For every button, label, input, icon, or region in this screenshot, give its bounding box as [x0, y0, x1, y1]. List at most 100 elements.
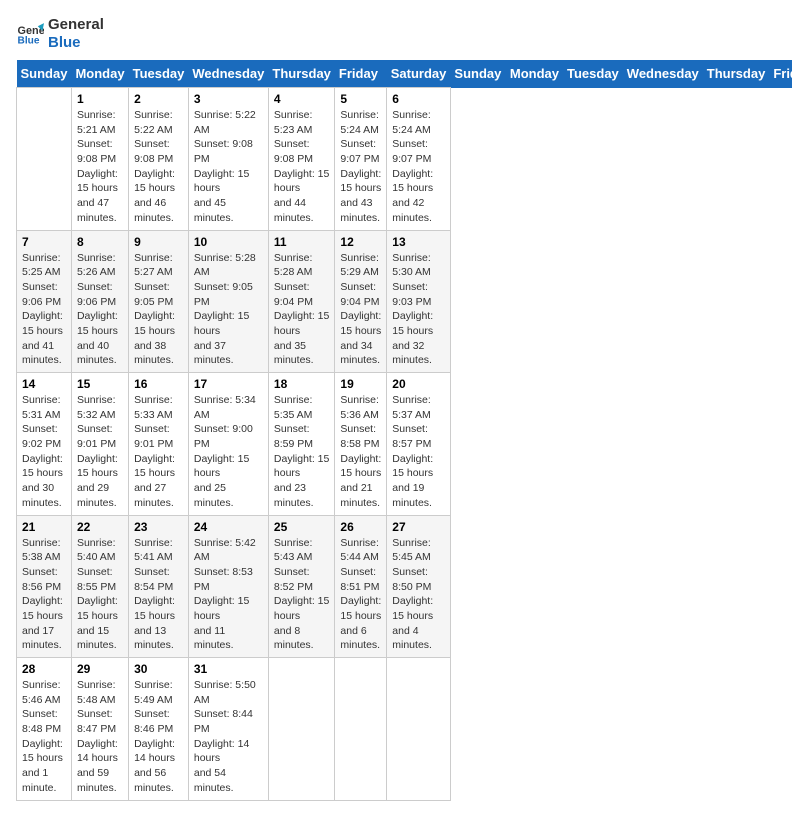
day-info: Sunrise: 5:27 AM Sunset: 9:05 PM Dayligh… — [134, 251, 183, 369]
day-info: Sunrise: 5:49 AM Sunset: 8:46 PM Dayligh… — [134, 678, 183, 796]
calendar-cell: 24 Sunrise: 5:42 AM Sunset: 8:53 PM Dayli… — [188, 515, 268, 658]
day-info: Sunrise: 5:22 AM Sunset: 9:08 PM Dayligh… — [134, 108, 183, 226]
calendar-cell: 2Sunrise: 5:22 AM Sunset: 9:08 PM Daylig… — [129, 88, 189, 231]
calendar-cell: 8 Sunrise: 5:26 AM Sunset: 9:06 PM Daylig… — [71, 230, 128, 373]
day-number: 24 — [194, 520, 263, 534]
calendar-cell: 5Sunrise: 5:24 AM Sunset: 9:07 PM Daylig… — [335, 88, 387, 231]
calendar-cell: 22 Sunrise: 5:40 AM Sunset: 8:55 PM Dayli… — [71, 515, 128, 658]
day-number: 16 — [134, 377, 183, 391]
header-wednesday: Wednesday — [188, 60, 268, 88]
day-number: 23 — [134, 520, 183, 534]
calendar-cell: 14Sunrise: 5:31 AM Sunset: 9:02 PM Dayli… — [17, 373, 72, 516]
calendar-cell: 7 Sunrise: 5:25 AM Sunset: 9:06 PM Daylig… — [17, 230, 72, 373]
day-info: Sunrise: 5:42 AM Sunset: 8:53 PM Dayligh… — [194, 536, 263, 654]
day-info: Sunrise: 5:26 AM Sunset: 9:06 PM Dayligh… — [77, 251, 123, 369]
day-number: 1 — [77, 92, 123, 106]
day-number: 3 — [194, 92, 263, 106]
day-info: Sunrise: 5:21 AM Sunset: 9:08 PM Dayligh… — [77, 108, 123, 226]
day-info: Sunrise: 5:43 AM Sunset: 8:52 PM Dayligh… — [274, 536, 330, 654]
calendar-cell: 31 Sunrise: 5:50 AM Sunset: 8:44 PM Dayli… — [188, 658, 268, 801]
header-day-thursday: Thursday — [703, 60, 770, 88]
day-number: 5 — [340, 92, 381, 106]
calendar-cell: 11Sunrise: 5:28 AM Sunset: 9:04 PM Dayli… — [268, 230, 335, 373]
day-info: Sunrise: 5:45 AM Sunset: 8:50 PM Dayligh… — [392, 536, 445, 654]
week-row-4: 21 Sunrise: 5:38 AM Sunset: 8:56 PM Dayli… — [17, 515, 792, 658]
day-info: Sunrise: 5:37 AM Sunset: 8:57 PM Dayligh… — [392, 393, 445, 511]
day-number: 6 — [392, 92, 445, 106]
header-tuesday: Tuesday — [129, 60, 189, 88]
day-info: Sunrise: 5:44 AM Sunset: 8:51 PM Dayligh… — [340, 536, 381, 654]
day-info: Sunrise: 5:28 AM Sunset: 9:04 PM Dayligh… — [274, 251, 330, 369]
calendar-table: SundayMondayTuesdayWednesdayThursdayFrid… — [16, 60, 792, 801]
day-info: Sunrise: 5:40 AM Sunset: 8:55 PM Dayligh… — [77, 536, 123, 654]
calendar-cell: 23 Sunrise: 5:41 AM Sunset: 8:54 PM Dayli… — [129, 515, 189, 658]
calendar-cell: 30Sunrise: 5:49 AM Sunset: 8:46 PM Dayli… — [129, 658, 189, 801]
week-row-5: 28 Sunrise: 5:46 AM Sunset: 8:48 PM Dayli… — [17, 658, 792, 801]
day-info: Sunrise: 5:32 AM Sunset: 9:01 PM Dayligh… — [77, 393, 123, 511]
calendar-cell: 4 Sunrise: 5:23 AM Sunset: 9:08 PM Daylig… — [268, 88, 335, 231]
day-info: Sunrise: 5:38 AM Sunset: 8:56 PM Dayligh… — [22, 536, 66, 654]
day-number: 21 — [22, 520, 66, 534]
calendar-cell: 6Sunrise: 5:24 AM Sunset: 9:07 PM Daylig… — [387, 88, 451, 231]
day-number: 31 — [194, 662, 263, 676]
svg-text:Blue: Blue — [18, 35, 40, 46]
day-info: Sunrise: 5:31 AM Sunset: 9:02 PM Dayligh… — [22, 393, 66, 511]
logo-text-general: General — [48, 16, 104, 34]
logo: General Blue General Blue — [16, 16, 104, 52]
day-number: 20 — [392, 377, 445, 391]
day-number: 29 — [77, 662, 123, 676]
calendar-cell: 16Sunrise: 5:33 AM Sunset: 9:01 PM Dayli… — [129, 373, 189, 516]
calendar-cell: 12 Sunrise: 5:29 AM Sunset: 9:04 PM Dayli… — [335, 230, 387, 373]
day-info: Sunrise: 5:29 AM Sunset: 9:04 PM Dayligh… — [340, 251, 381, 369]
header-day-monday: Monday — [506, 60, 563, 88]
day-info: Sunrise: 5:50 AM Sunset: 8:44 PM Dayligh… — [194, 678, 263, 796]
day-info: Sunrise: 5:25 AM Sunset: 9:06 PM Dayligh… — [22, 251, 66, 369]
header-sunday: Sunday — [17, 60, 72, 88]
day-number: 9 — [134, 235, 183, 249]
day-number: 10 — [194, 235, 263, 249]
calendar-cell: 10 Sunrise: 5:28 AM Sunset: 9:05 PM Dayli… — [188, 230, 268, 373]
header-day-wednesday: Wednesday — [623, 60, 703, 88]
day-number: 13 — [392, 235, 445, 249]
calendar-cell: 15 Sunrise: 5:32 AM Sunset: 9:01 PM Dayli… — [71, 373, 128, 516]
calendar-cell — [268, 658, 335, 801]
calendar-cell: 1 Sunrise: 5:21 AM Sunset: 9:08 PM Daylig… — [71, 88, 128, 231]
header-day-friday: Friday — [769, 60, 792, 88]
day-number: 8 — [77, 235, 123, 249]
calendar-cell: 28 Sunrise: 5:46 AM Sunset: 8:48 PM Dayli… — [17, 658, 72, 801]
calendar-cell: 26 Sunrise: 5:44 AM Sunset: 8:51 PM Dayli… — [335, 515, 387, 658]
calendar-cell: 19Sunrise: 5:36 AM Sunset: 8:58 PM Dayli… — [335, 373, 387, 516]
day-info: Sunrise: 5:28 AM Sunset: 9:05 PM Dayligh… — [194, 251, 263, 369]
day-number: 7 — [22, 235, 66, 249]
calendar-cell: 3 Sunrise: 5:22 AM Sunset: 9:08 PM Daylig… — [188, 88, 268, 231]
day-info: Sunrise: 5:36 AM Sunset: 8:58 PM Dayligh… — [340, 393, 381, 511]
calendar-cell: 9 Sunrise: 5:27 AM Sunset: 9:05 PM Daylig… — [129, 230, 189, 373]
day-number: 27 — [392, 520, 445, 534]
day-info: Sunrise: 5:30 AM Sunset: 9:03 PM Dayligh… — [392, 251, 445, 369]
day-number: 26 — [340, 520, 381, 534]
day-number: 22 — [77, 520, 123, 534]
calendar-cell: 29 Sunrise: 5:48 AM Sunset: 8:47 PM Dayli… — [71, 658, 128, 801]
day-info: Sunrise: 5:22 AM Sunset: 9:08 PM Dayligh… — [194, 108, 263, 226]
calendar-cell: 25Sunrise: 5:43 AM Sunset: 8:52 PM Dayli… — [268, 515, 335, 658]
calendar-cell: 13 Sunrise: 5:30 AM Sunset: 9:03 PM Dayli… — [387, 230, 451, 373]
day-number: 28 — [22, 662, 66, 676]
logo-text-blue: Blue — [48, 34, 104, 52]
logo-icon: General Blue — [16, 20, 44, 48]
day-number: 12 — [340, 235, 381, 249]
week-row-3: 14Sunrise: 5:31 AM Sunset: 9:02 PM Dayli… — [17, 373, 792, 516]
day-info: Sunrise: 5:35 AM Sunset: 8:59 PM Dayligh… — [274, 393, 330, 511]
calendar-cell: 20 Sunrise: 5:37 AM Sunset: 8:57 PM Dayli… — [387, 373, 451, 516]
day-info: Sunrise: 5:41 AM Sunset: 8:54 PM Dayligh… — [134, 536, 183, 654]
day-info: Sunrise: 5:48 AM Sunset: 8:47 PM Dayligh… — [77, 678, 123, 796]
header-day-tuesday: Tuesday — [563, 60, 623, 88]
header-friday: Friday — [335, 60, 387, 88]
week-row-1: 1 Sunrise: 5:21 AM Sunset: 9:08 PM Daylig… — [17, 88, 792, 231]
header-saturday: Saturday — [387, 60, 451, 88]
calendar-cell: 21 Sunrise: 5:38 AM Sunset: 8:56 PM Dayli… — [17, 515, 72, 658]
day-info: Sunrise: 5:46 AM Sunset: 8:48 PM Dayligh… — [22, 678, 66, 796]
calendar-cell: 18Sunrise: 5:35 AM Sunset: 8:59 PM Dayli… — [268, 373, 335, 516]
day-info: Sunrise: 5:23 AM Sunset: 9:08 PM Dayligh… — [274, 108, 330, 226]
day-number: 4 — [274, 92, 330, 106]
day-number: 15 — [77, 377, 123, 391]
